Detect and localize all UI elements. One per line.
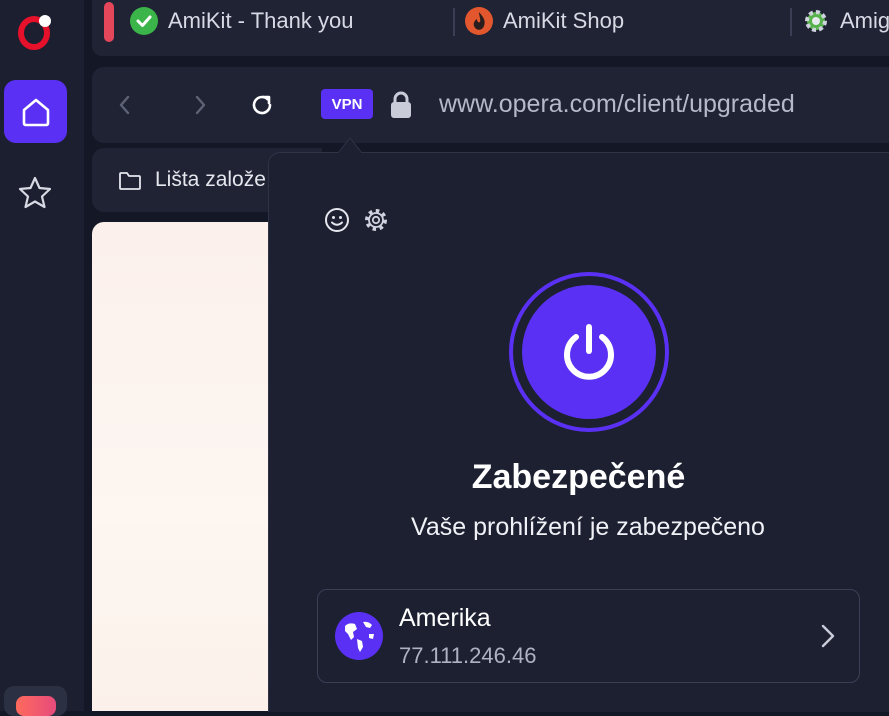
tab-title: AmiKit - Thank you [168,8,354,33]
smiley-feedback-icon[interactable] [322,205,352,235]
back-button[interactable] [110,89,140,121]
vpn-status-subtitle: Vaše prohlížení je zabezpečeno [411,513,765,541]
chevron-right-icon [195,95,206,115]
bookmarks-star-button[interactable] [14,172,56,214]
chevron-right-icon [815,620,841,652]
tab-amig[interactable]: Amig [802,4,889,38]
vpn-power-button[interactable] [522,285,656,419]
popup-caret [337,136,363,154]
reload-button[interactable] [246,89,278,121]
home-button[interactable] [4,80,67,143]
star-icon [18,176,52,209]
tab-title: Amig [840,8,889,33]
sidebar-app-button[interactable] [4,686,67,716]
tab-separator [453,8,455,36]
tab-separator [790,8,792,36]
reload-icon [252,95,272,115]
lock-icon[interactable] [388,90,414,120]
sidebar [0,0,84,716]
tab-amikit-shop[interactable]: AmiKit Shop [465,4,624,38]
amikit-gear-icon [802,7,830,35]
vpn-badge-button[interactable]: VPN [321,89,373,119]
tab-amikit-thank-you[interactable]: AmiKit - Thank you [130,4,353,38]
bookmarks-folder-label[interactable]: Lišta založe [155,168,266,192]
url-text[interactable]: www.opera.com/client/upgraded [439,90,795,119]
vpn-location-name: Amerika [399,604,491,632]
gear-icon[interactable] [361,205,391,235]
active-tab-indicator [104,2,114,42]
folder-icon [118,170,142,192]
home-icon [22,98,49,126]
vpn-ip-address: 77.111.246.46 [399,643,537,668]
tab-title: AmiKit Shop [503,8,625,33]
forward-button[interactable] [185,89,215,121]
globe-icon [335,612,383,660]
app-gradient-icon [16,696,56,716]
vpn-status-title: Zabezpečené [471,458,686,496]
green-check-icon [130,7,158,35]
power-icon [564,324,614,380]
opera-logo-icon[interactable] [16,14,54,52]
amikit-flame-icon [465,7,493,35]
chevron-left-icon [119,95,130,115]
